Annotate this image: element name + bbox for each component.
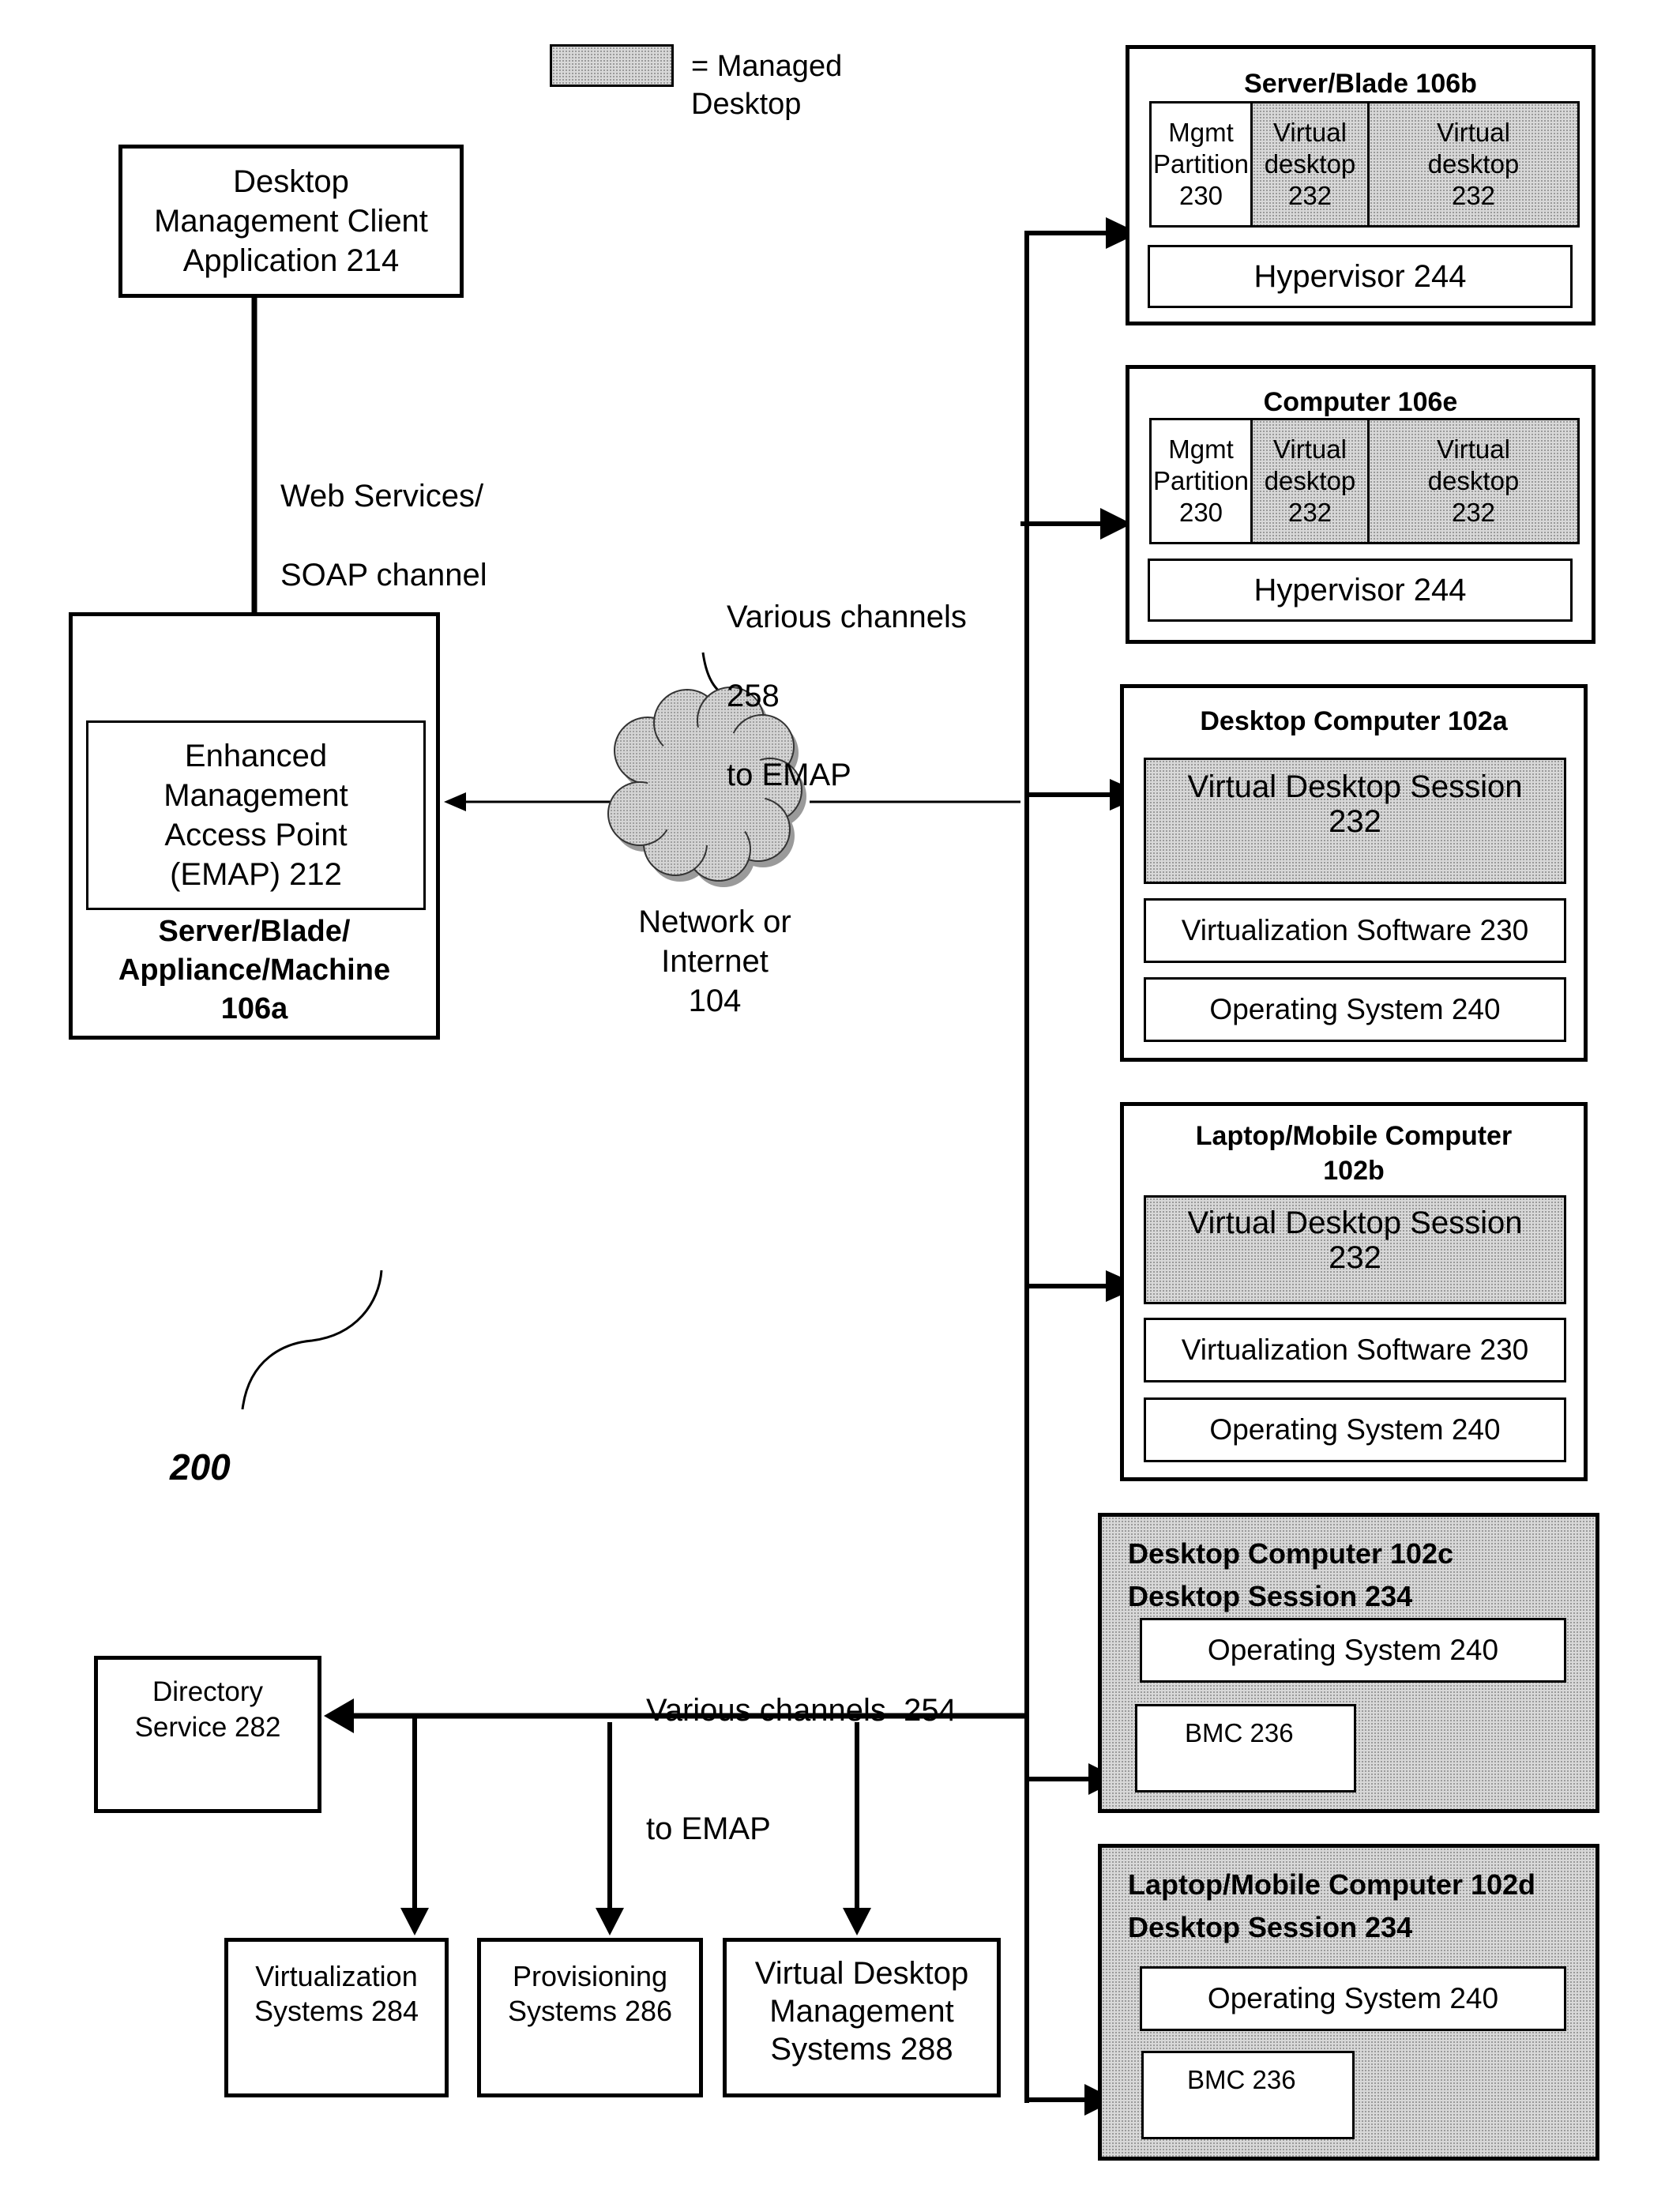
arrow-to-vdm xyxy=(843,1908,871,1935)
provisioning-systems-box: Provisioning Systems 286 xyxy=(477,1938,703,2097)
virtual-desktop-1: Virtual desktop 232 xyxy=(1253,420,1370,542)
figure-number: 200 xyxy=(170,1446,231,1488)
legend-swatch xyxy=(550,44,674,87)
arrow-to-provisioning xyxy=(596,1908,624,1935)
server-106a-box: Enhanced Management Access Point (EMAP) … xyxy=(69,612,440,1040)
virtual-desktop-session: Virtual Desktop Session 232 xyxy=(1144,1195,1566,1304)
laptop-102d-box: Laptop/Mobile Computer 102d Desktop Sess… xyxy=(1098,1844,1599,2161)
virtualization-software-box: Virtualization Software 230 xyxy=(1144,898,1566,963)
laptop-102b-title: Laptop/Mobile Computer 102b xyxy=(1195,1121,1513,1186)
channels-254-label: Various channels 254 to EMAP xyxy=(646,1693,957,1846)
computer-106e-box: Computer 106e Mgmt Partition 230 Virtual… xyxy=(1126,365,1595,644)
channels-258-label: Various channels 258 to EMAP xyxy=(727,600,967,792)
figure-200-leader xyxy=(241,1270,383,1410)
laptop-102d-title: Laptop/Mobile Computer 102d Desktop Sess… xyxy=(1128,1868,1536,1943)
desktop-102c-box: Desktop Computer 102c Desktop Session 23… xyxy=(1098,1513,1599,1813)
mgmt-partition: Mgmt Partition 230 xyxy=(1152,103,1253,225)
server-106b-box: Server/Blade 106b Mgmt Partition 230 Vir… xyxy=(1126,45,1595,325)
desktop-management-client-box: Desktop Management Client Application 21… xyxy=(118,145,464,298)
virtual-desktop-session: Virtual Desktop Session 232 xyxy=(1144,758,1566,884)
emap-box: Enhanced Management Access Point (EMAP) … xyxy=(86,720,426,910)
virtualization-software-box: Virtualization Software 230 xyxy=(1144,1318,1566,1382)
operating-system-box: Operating System 240 xyxy=(1140,1966,1566,2031)
arrow-to-directory xyxy=(324,1698,354,1733)
network-label: Network or Internet 104 xyxy=(638,905,791,1018)
partition-row: Mgmt Partition 230 Virtual desktop 232 V… xyxy=(1149,418,1580,544)
operating-system-box: Operating System 240 xyxy=(1144,977,1566,1042)
server-106a-title: Server/Blade/ Appliance/Machine 106a xyxy=(118,915,391,1025)
operating-system-box: Operating System 240 xyxy=(1140,1618,1566,1683)
virtual-desktop-2: Virtual desktop 232 xyxy=(1370,420,1577,542)
virtual-desktop-1: Virtual desktop 232 xyxy=(1253,103,1370,225)
desktop-102a-box: Desktop Computer 102a Virtual Desktop Se… xyxy=(1120,684,1588,1062)
arrow-to-virtualization xyxy=(400,1908,429,1935)
directory-service-box: Directory Service 282 xyxy=(94,1656,321,1813)
virtualization-systems-box: Virtualization Systems 284 xyxy=(224,1938,449,2097)
bmc-box: BMC 236 xyxy=(1135,1704,1356,1792)
vdm-systems-box: Virtual Desktop Management Systems 288 xyxy=(723,1938,1001,2097)
virtual-desktop-2: Virtual desktop 232 xyxy=(1370,103,1577,225)
computer-106e-title: Computer 106e xyxy=(1263,387,1458,417)
hypervisor-box: Hypervisor 244 xyxy=(1148,559,1573,622)
mgmt-partition: Mgmt Partition 230 xyxy=(1152,420,1253,542)
laptop-102b-box: Laptop/Mobile Computer 102b Virtual Desk… xyxy=(1120,1102,1588,1481)
operating-system-box: Operating System 240 xyxy=(1144,1397,1566,1462)
server-106b-title: Server/Blade 106b xyxy=(1244,69,1477,99)
bmc-box: BMC 236 xyxy=(1141,2051,1355,2139)
legend-label: = Managed Desktop xyxy=(691,50,843,121)
hypervisor-box: Hypervisor 244 xyxy=(1148,245,1573,308)
network-arrowhead xyxy=(444,792,466,811)
partition-row: Mgmt Partition 230 Virtual desktop 232 V… xyxy=(1149,101,1580,228)
desktop-102a-title: Desktop Computer 102a xyxy=(1200,706,1508,736)
desktop-102c-title: Desktop Computer 102c Desktop Session 23… xyxy=(1128,1537,1454,1612)
